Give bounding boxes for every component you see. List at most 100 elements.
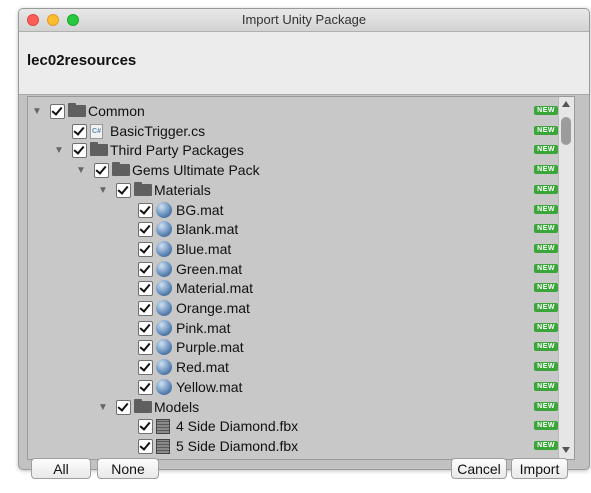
tree-row[interactable]: Yellow.mat NEW	[28, 378, 558, 398]
tree-row[interactable]: ▼ Third Party Packages NEW	[28, 141, 558, 161]
expand-arrow-icon[interactable]: ▼	[98, 402, 108, 413]
tree-row[interactable]: Material.mat NEW	[28, 279, 558, 299]
package-name: lec02resources	[27, 52, 137, 69]
select-none-button[interactable]: None	[97, 458, 159, 479]
item-label: Blank.mat	[176, 221, 239, 238]
tree-row[interactable]: ▼ Models NEW	[28, 398, 558, 418]
item-label: 4 Side Diamond.fbx	[176, 418, 299, 435]
item-label: 5 Side Diamond.fbx	[176, 437, 299, 454]
tree-row[interactable]: ▼ Common NEW	[28, 102, 558, 122]
new-badge: NEW	[534, 283, 558, 293]
scroll-thumb[interactable]	[561, 117, 571, 145]
item-label: Yellow.mat	[176, 378, 243, 395]
tree-row[interactable]: BG.mat NEW	[28, 201, 558, 221]
item-checkbox[interactable]	[116, 399, 131, 415]
select-all-button[interactable]: All	[31, 458, 91, 479]
vertical-scrollbar[interactable]	[558, 97, 574, 459]
item-checkbox[interactable]	[138, 360, 153, 376]
csharp-script-icon: C#	[90, 123, 103, 139]
item-label: Gems Ultimate Pack	[132, 162, 260, 179]
material-sphere-icon	[156, 319, 172, 336]
tree-row[interactable]: Orange.mat NEW	[28, 299, 558, 319]
item-label: BasicTrigger.cs	[110, 122, 206, 139]
new-badge: NEW	[534, 440, 558, 450]
tree-row[interactable]: Pink.mat NEW	[28, 319, 558, 339]
new-badge: NEW	[534, 184, 558, 194]
tree-row[interactable]: Green.mat NEW	[28, 260, 558, 280]
cancel-button[interactable]: Cancel	[451, 458, 507, 479]
material-sphere-icon	[156, 201, 172, 218]
new-badge: NEW	[534, 303, 558, 312]
item-label: Common	[88, 103, 145, 119]
new-badge: NEW	[534, 204, 558, 214]
item-checkbox[interactable]	[116, 182, 131, 198]
item-label: Red.mat	[176, 359, 229, 376]
item-checkbox[interactable]	[138, 320, 153, 336]
tree-row[interactable]: Purple.mat NEW	[28, 338, 558, 358]
new-badge: NEW	[534, 243, 558, 253]
folder-icon	[90, 142, 108, 157]
item-checkbox[interactable]	[138, 419, 153, 435]
item-checkbox[interactable]	[138, 379, 153, 395]
import-button[interactable]: Import	[511, 458, 568, 479]
item-checkbox[interactable]	[72, 123, 87, 139]
material-sphere-icon	[156, 221, 172, 238]
item-checkbox[interactable]	[138, 281, 153, 297]
item-label: Pink.mat	[176, 319, 231, 336]
expand-arrow-icon[interactable]: ▼	[54, 145, 64, 156]
scroll-up-arrow-icon[interactable]	[562, 101, 570, 107]
material-sphere-icon	[156, 280, 172, 297]
tree-row[interactable]: C# BasicTrigger.cs NEW	[28, 122, 558, 142]
item-label: Material.mat	[176, 280, 254, 297]
item-label: BG.mat	[176, 201, 224, 218]
new-badge: NEW	[534, 322, 558, 332]
folder-icon	[134, 181, 152, 196]
tree-row[interactable]: Red.mat NEW	[28, 358, 558, 378]
item-checkbox[interactable]	[138, 222, 153, 238]
item-checkbox[interactable]	[138, 202, 153, 218]
new-badge: NEW	[534, 106, 558, 115]
model-file-icon	[156, 438, 170, 454]
expand-arrow-icon[interactable]: ▼	[32, 106, 42, 117]
model-file-icon	[156, 419, 170, 435]
package-header: lec02resources	[19, 32, 589, 95]
material-sphere-icon	[156, 260, 172, 277]
item-checkbox[interactable]	[138, 241, 153, 257]
folder-icon	[134, 398, 152, 413]
new-badge: NEW	[534, 381, 558, 391]
item-checkbox[interactable]	[138, 261, 153, 277]
item-checkbox[interactable]	[50, 104, 65, 119]
tree-row[interactable]: 4 Side Diamond.fbx NEW	[28, 417, 558, 437]
item-checkbox[interactable]	[138, 301, 153, 316]
scroll-down-arrow-icon[interactable]	[562, 447, 570, 453]
material-sphere-icon	[156, 378, 172, 395]
new-badge: NEW	[534, 165, 558, 175]
folder-icon	[68, 103, 86, 117]
tree-row[interactable]: 5 Side Diamond.fbx NEW	[28, 437, 558, 457]
item-label: Third Party Packages	[110, 142, 244, 159]
tree-row[interactable]: ▼ Gems Ultimate Pack NEW	[28, 161, 558, 181]
expand-arrow-icon[interactable]: ▼	[76, 165, 86, 176]
item-checkbox[interactable]	[138, 438, 153, 454]
expand-arrow-icon[interactable]: ▼	[98, 185, 108, 196]
tree-row[interactable]: Blue.mat NEW	[28, 240, 558, 260]
window-title: Import Unity Package	[241, 12, 367, 27]
new-badge: NEW	[534, 362, 558, 372]
item-label: Models	[154, 398, 200, 415]
new-badge: NEW	[534, 421, 558, 431]
item-label: Materials	[154, 181, 211, 198]
item-label: Blue.mat	[176, 240, 232, 257]
item-checkbox[interactable]	[72, 143, 87, 159]
material-sphere-icon	[156, 300, 172, 316]
item-checkbox[interactable]	[138, 340, 153, 356]
item-checkbox[interactable]	[94, 163, 109, 179]
item-label: Purple.mat	[176, 339, 244, 356]
new-badge: NEW	[534, 342, 558, 352]
folder-icon	[112, 162, 130, 177]
new-badge: NEW	[534, 224, 558, 234]
tree-row[interactable]: ▼ Materials NEW	[28, 181, 558, 201]
new-badge: NEW	[534, 401, 558, 411]
asset-tree: ▼ Common NEW C# BasicTrigger.cs NEW ▼ Third Par…	[27, 96, 575, 460]
material-sphere-icon	[156, 339, 172, 356]
tree-row[interactable]: Blank.mat NEW	[28, 220, 558, 240]
